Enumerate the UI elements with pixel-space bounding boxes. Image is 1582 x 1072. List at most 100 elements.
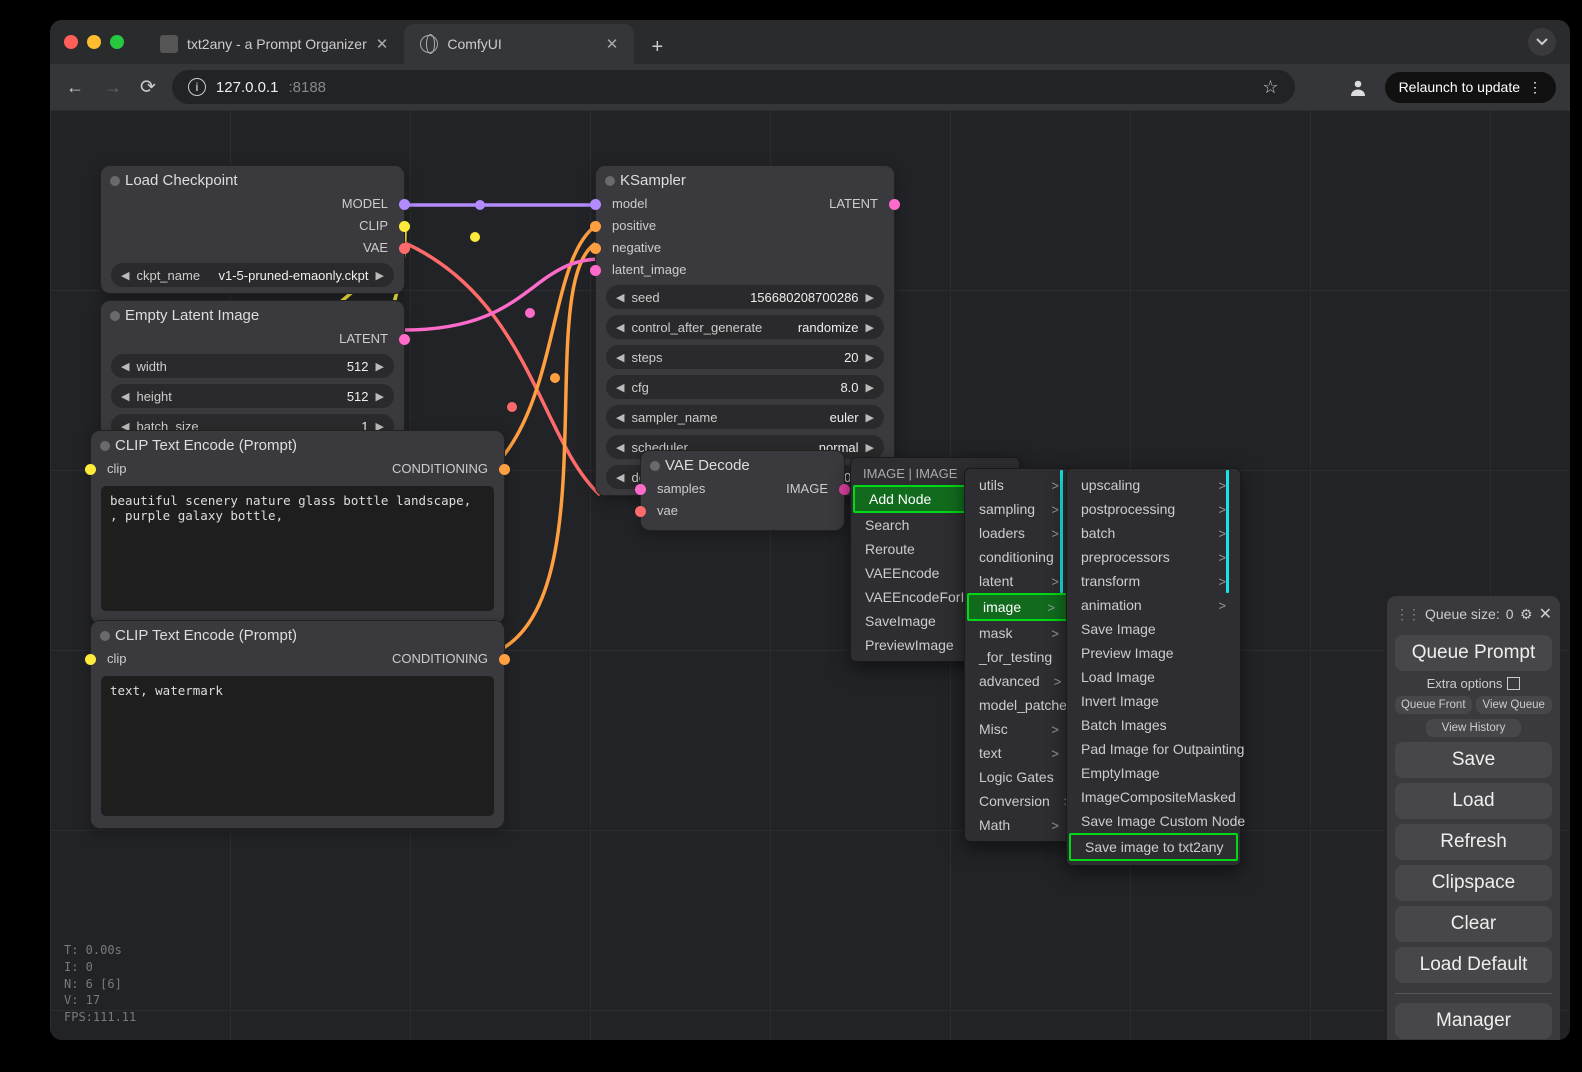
arrow-right-icon[interactable]: ▶ [866,321,874,334]
menu-item[interactable]: postprocessing> [1067,497,1240,521]
menu-item[interactable]: mask> [965,621,1073,645]
menu-item[interactable]: batch> [1067,521,1240,545]
widget-height[interactable]: ◀height512▶ [111,384,394,408]
manager-button[interactable]: Manager [1395,1003,1552,1039]
menu-item[interactable]: Save Image [1067,617,1240,641]
node-clip-text-encode-positive[interactable]: CLIP Text Encode (Prompt) clip CONDITION… [90,430,505,624]
node-vae-decode[interactable]: VAE Decode samples vae IMAGE [640,450,845,531]
menu-item[interactable]: loaders> [965,521,1073,545]
input-port-negative[interactable]: negative [606,239,692,257]
input-port-vae[interactable]: vae [651,502,711,520]
input-port-model[interactable]: model [606,195,692,213]
bookmark-star-icon[interactable]: ☆ [1262,77,1278,98]
relaunch-button[interactable]: Relaunch to update ⋮ [1385,72,1556,103]
node-empty-latent-image[interactable]: Empty Latent Image LATENT ◀width512▶◀hei… [100,300,405,445]
node-ksampler[interactable]: KSampler model positive negative latent_… [595,165,895,496]
new-tab-button[interactable]: + [640,30,674,64]
queue-panel[interactable]: ⋮⋮ Queue size: 0 ⚙ ✕ Queue Prompt Extra … [1386,595,1561,1040]
view-queue-button[interactable]: View Queue [1476,696,1553,714]
arrow-left-icon[interactable]: ◀ [616,381,624,394]
menu-item[interactable]: Save Image Custom Node [1067,809,1240,833]
browser-tab-active[interactable]: ComfyUI ✕ [404,24,634,64]
menu-item[interactable]: advanced> [965,669,1073,693]
widget-width[interactable]: ◀width512▶ [111,354,394,378]
menu-item[interactable]: model_patches> [965,693,1073,717]
menu-item[interactable]: EmptyImage [1067,761,1240,785]
widget-cfg[interactable]: ◀cfg8.0▶ [606,375,884,399]
menu-item[interactable]: Pad Image for Outpainting [1067,737,1240,761]
view-history-button[interactable]: View History [1426,719,1520,737]
tab-close-icon[interactable]: ✕ [606,35,619,53]
input-port-positive[interactable]: positive [606,217,692,235]
node-graph-canvas[interactable]: Load Checkpoint MODEL CLIP VAE ◀ ckpt_na… [50,110,1570,1040]
output-port-conditioning[interactable]: CONDITIONING [386,460,494,478]
panel-drag-handle[interactable]: ⋮⋮ [1395,606,1419,623]
menu-item[interactable]: Misc> [965,717,1073,741]
menu-item[interactable]: text> [965,741,1073,765]
menu-item[interactable]: conditioning> [965,545,1073,569]
output-port-latent[interactable]: LATENT [823,195,884,213]
tab-close-icon[interactable]: ✕ [376,35,389,53]
arrow-left-icon[interactable]: ◀ [616,321,624,334]
clear-button[interactable]: Clear [1395,906,1552,942]
output-port-vae[interactable]: VAE [357,239,394,257]
menu-item[interactable]: _for_testing> [965,645,1073,669]
node-clip-text-encode-negative[interactable]: CLIP Text Encode (Prompt) clip CONDITION… [90,620,505,829]
back-button[interactable]: ← [64,77,86,98]
input-port-samples[interactable]: samples [651,480,711,498]
arrow-left-icon[interactable]: ◀ [616,411,624,424]
address-bar[interactable]: i 127.0.0.1:8188 ☆ [172,70,1295,104]
menu-item[interactable]: Conversion> [965,789,1073,813]
output-port-image[interactable]: IMAGE [780,480,834,498]
input-port-clip[interactable]: clip [101,650,133,668]
arrow-right-icon[interactable]: ▶ [376,390,384,403]
output-port-model[interactable]: MODEL [336,195,394,213]
widget-ckpt-name[interactable]: ◀ ckpt_name v1-5-pruned-emaonly.ckpt ▶ [111,263,394,287]
prompt-text[interactable]: beautiful scenery nature glass bottle la… [101,486,494,611]
output-port-conditioning[interactable]: CONDITIONING [386,650,494,668]
context-menu-image-items[interactable]: upscaling>postprocessing>batch>preproces… [1066,468,1241,866]
menu-item[interactable]: latent> [965,569,1073,593]
close-icon[interactable]: ✕ [1539,604,1552,624]
queue-front-button[interactable]: Queue Front [1395,696,1472,714]
arrow-right-icon[interactable]: ▶ [376,360,384,373]
menu-item[interactable]: Math> [965,813,1073,837]
menu-item[interactable]: utils> [965,473,1073,497]
arrow-left-icon[interactable]: ◀ [616,471,624,484]
load-button[interactable]: Load [1395,783,1552,819]
menu-item[interactable]: ImageCompositeMasked [1067,785,1240,809]
menu-item[interactable]: image> [967,593,1071,621]
arrow-right-icon[interactable]: ▶ [866,441,874,454]
save-button[interactable]: Save [1395,742,1552,778]
widget-sampler_name[interactable]: ◀sampler_nameeuler▶ [606,405,884,429]
context-menu-categories[interactable]: utils>sampling>loaders>conditioning>late… [964,468,1074,842]
site-info-icon[interactable]: i [188,78,206,96]
browser-tab[interactable]: txt2any - a Prompt Organizer ✕ [144,24,404,64]
widget-steps[interactable]: ◀steps20▶ [606,345,884,369]
arrow-right-icon[interactable]: ▶ [376,269,384,282]
prompt-text[interactable]: text, watermark [101,676,494,816]
settings-icon[interactable]: ⚙ [1520,606,1533,623]
load-default-button[interactable]: Load Default [1395,947,1552,983]
menu-item[interactable]: Save image to txt2any [1069,833,1238,861]
menu-item[interactable]: Load Image [1067,665,1240,689]
arrow-right-icon[interactable]: ▶ [866,291,874,304]
arrow-right-icon[interactable]: ▶ [866,411,874,424]
arrow-left-icon[interactable]: ◀ [616,441,624,454]
widget-control_after_generate[interactable]: ◀control_after_generaterandomize▶ [606,315,884,339]
arrow-left-icon[interactable]: ◀ [121,390,129,403]
output-port-clip[interactable]: CLIP [353,217,394,235]
arrow-left-icon[interactable]: ◀ [121,269,129,282]
menu-item[interactable]: sampling> [965,497,1073,521]
reload-button[interactable]: ⟳ [140,76,156,99]
arrow-right-icon[interactable]: ▶ [866,351,874,364]
queue-prompt-button[interactable]: Queue Prompt [1395,635,1552,671]
input-port-clip[interactable]: clip [101,460,133,478]
menu-item[interactable]: animation> [1067,593,1240,617]
output-port-latent[interactable]: LATENT [333,330,394,348]
menu-item[interactable]: Batch Images [1067,713,1240,737]
arrow-left-icon[interactable]: ◀ [121,360,129,373]
clipspace-button[interactable]: Clipspace [1395,865,1552,901]
menu-item[interactable]: Logic Gates> [965,765,1073,789]
forward-button[interactable]: → [102,77,124,98]
